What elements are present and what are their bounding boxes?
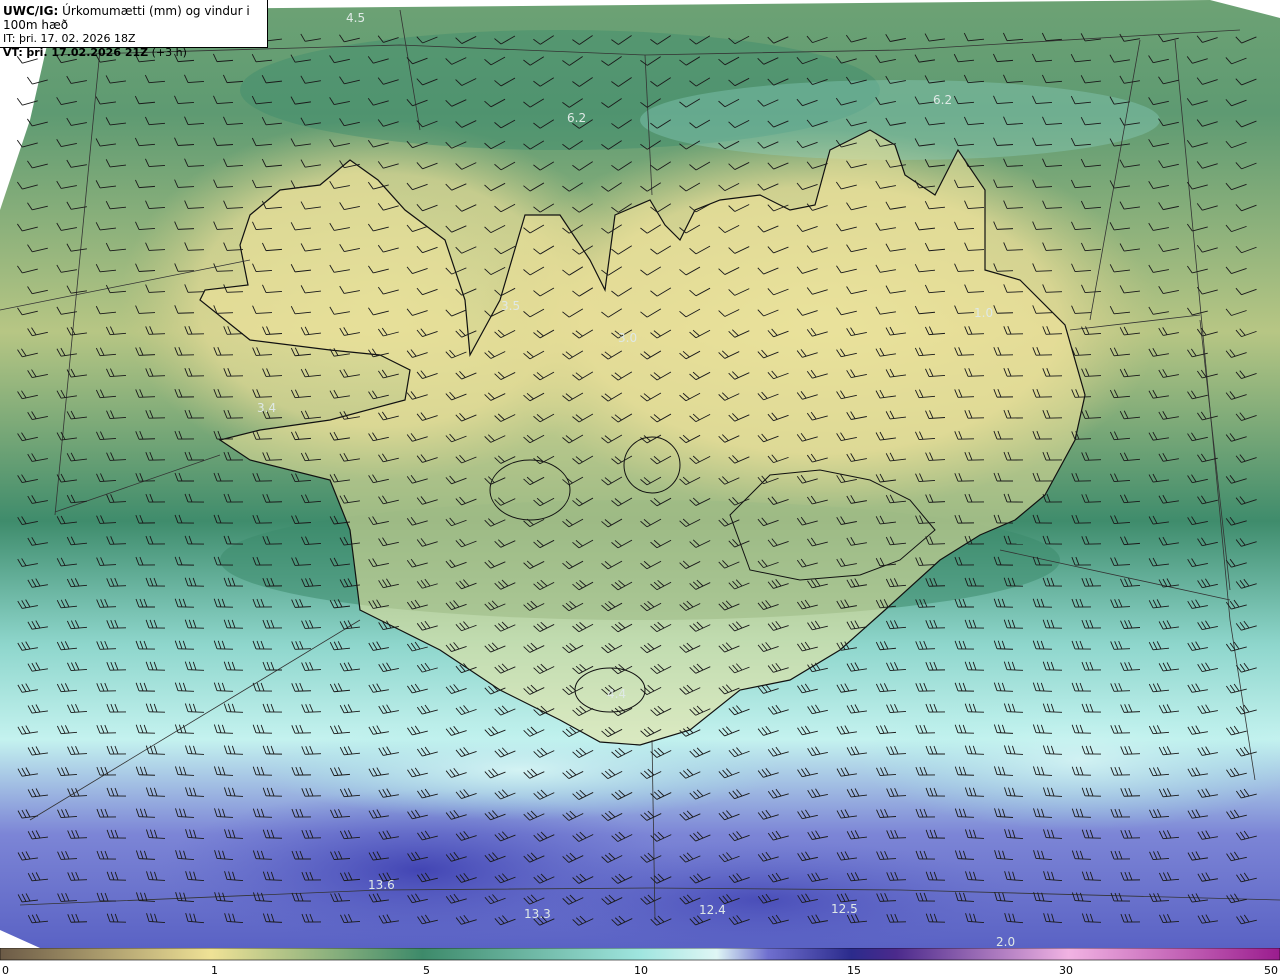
map-label: 12.5 — [831, 902, 858, 916]
map-label: 6.2 — [933, 93, 952, 107]
colorbar-ticks: 0 1 5 10 15 30 50 — [2, 964, 1278, 977]
init-time-label: IT: — [3, 32, 16, 45]
valid-time-label: VT: — [3, 46, 23, 59]
colorbar-tick: 50 — [1264, 964, 1278, 977]
map-label: 4.5 — [346, 11, 365, 25]
map-label: 13.6 — [368, 878, 395, 892]
map-label: 2.0 — [996, 935, 1015, 948]
colorbar-tick: 1 — [211, 964, 218, 977]
map-label: 4.4 — [607, 687, 626, 701]
colorbar-tick: 15 — [847, 964, 861, 977]
colorbar-tick: 30 — [1059, 964, 1073, 977]
map-label: 3.5 — [501, 299, 520, 313]
precipitation-wind-map: 4.5 6.2 6.2 3.5 3.0 1.0 3.4 4.4 13.6 13.… — [0, 0, 1280, 948]
map-header: UWC/IG: Úrkomumætti (mm) og vindur i 100… — [0, 0, 268, 59]
map-label: 6.2 — [567, 111, 586, 125]
map-label: 12.4 — [699, 903, 726, 917]
map-label: 13.3 — [524, 907, 551, 921]
map-label: 3.4 — [257, 401, 276, 415]
init-time-value: þri. 17. 02. 2026 18Z — [18, 32, 136, 45]
colorbar: 0 1 5 10 15 30 50 — [0, 948, 1280, 977]
colorbar-gradient — [0, 948, 1280, 961]
valid-time-value: þri. 17.02.2026 21Z — [26, 46, 149, 59]
colorbar-tick: 10 — [634, 964, 648, 977]
valid-time-offset: (+3 h) — [151, 46, 187, 59]
map-label: 3.0 — [618, 331, 637, 345]
colorbar-tick: 5 — [423, 964, 430, 977]
light-cyan-band — [260, 720, 780, 820]
colorbar-tick: 0 — [2, 964, 9, 977]
map-label: 1.0 — [974, 306, 993, 320]
north-cyan-streak — [640, 80, 1160, 160]
model-code: UWC/IG: — [3, 4, 59, 18]
